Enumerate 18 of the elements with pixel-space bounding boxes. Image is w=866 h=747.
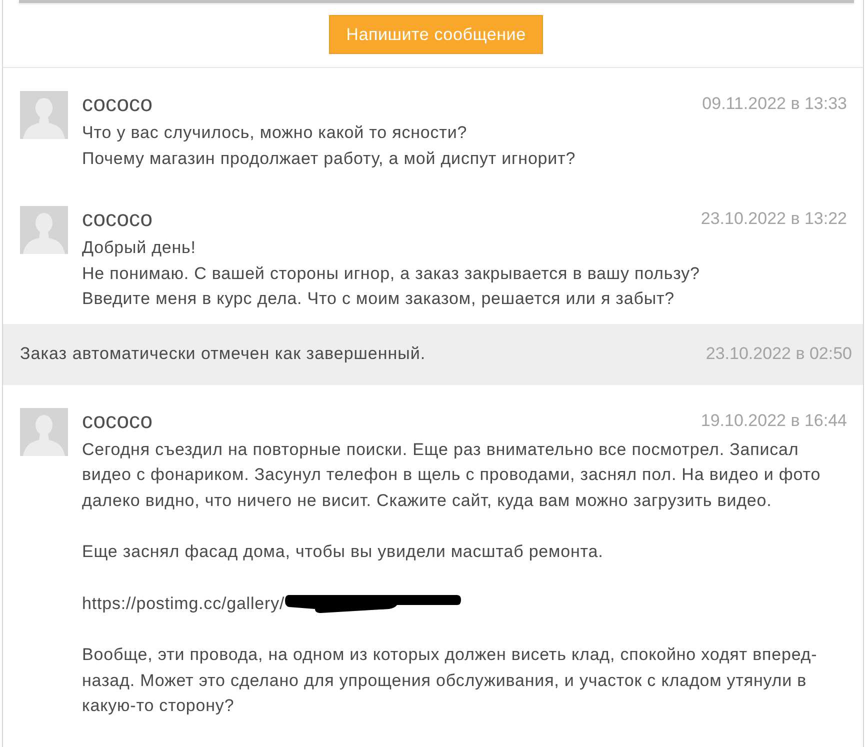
message-text: Еще заснял фасад дома, чтобы вы увидели масштаб ремонта. — [82, 541, 604, 563]
author-name: сососо — [82, 91, 152, 117]
message-text: Сегодня съездил на повторные поиски. Еще раз внимательно все посмотрел. Записал видео с фонариком. Засунул телефон в щель с проводами, заснял пол. На видео и фото далеко видно, что ничего не висит. Скажите сайт, куда вам можно загрузить видео. — [82, 438, 822, 512]
author-name: сососо — [82, 408, 152, 434]
message-time: 09.11.2022 в 13:33 — [702, 93, 847, 115]
message-text: Добрый день! Не понимаю. С вашей стороны игнор, а заказ закрывается в вашу пользу? Введите меня в курс дела. Что с моим заказом, решается или я забыт? — [82, 237, 701, 310]
user-silhouette-icon — [20, 206, 68, 254]
author-name: сососо — [82, 206, 152, 232]
url-text: https://postimg.cc/gallery/ — [82, 592, 285, 614]
message-time: 19.10.2022 в 16:44 — [700, 410, 847, 432]
message-text: Вообще, эти провода, на одном из которых должен висеть клад, спокойно ходят вперед-назад. Может это сделано для упрощения обслуживания, и участок с кладом утянули в какую-то сторону? — [82, 644, 818, 717]
message-text: Что у вас случилось, можно какой то ясности? Почему магазин продолжает работу, а мой диспут игнорит? — [82, 122, 577, 170]
message-time: 23.10.2022 в 02:50 — [706, 343, 852, 365]
user-silhouette-icon — [20, 91, 68, 139]
user-silhouette-icon — [20, 408, 68, 456]
message-time: 23.10.2022 в 13:22 — [700, 208, 847, 230]
system-message-text: Заказ автоматически отмечен как завершенный. — [20, 344, 426, 364]
write-message-button[interactable]: Напишите сообщение — [329, 15, 543, 54]
